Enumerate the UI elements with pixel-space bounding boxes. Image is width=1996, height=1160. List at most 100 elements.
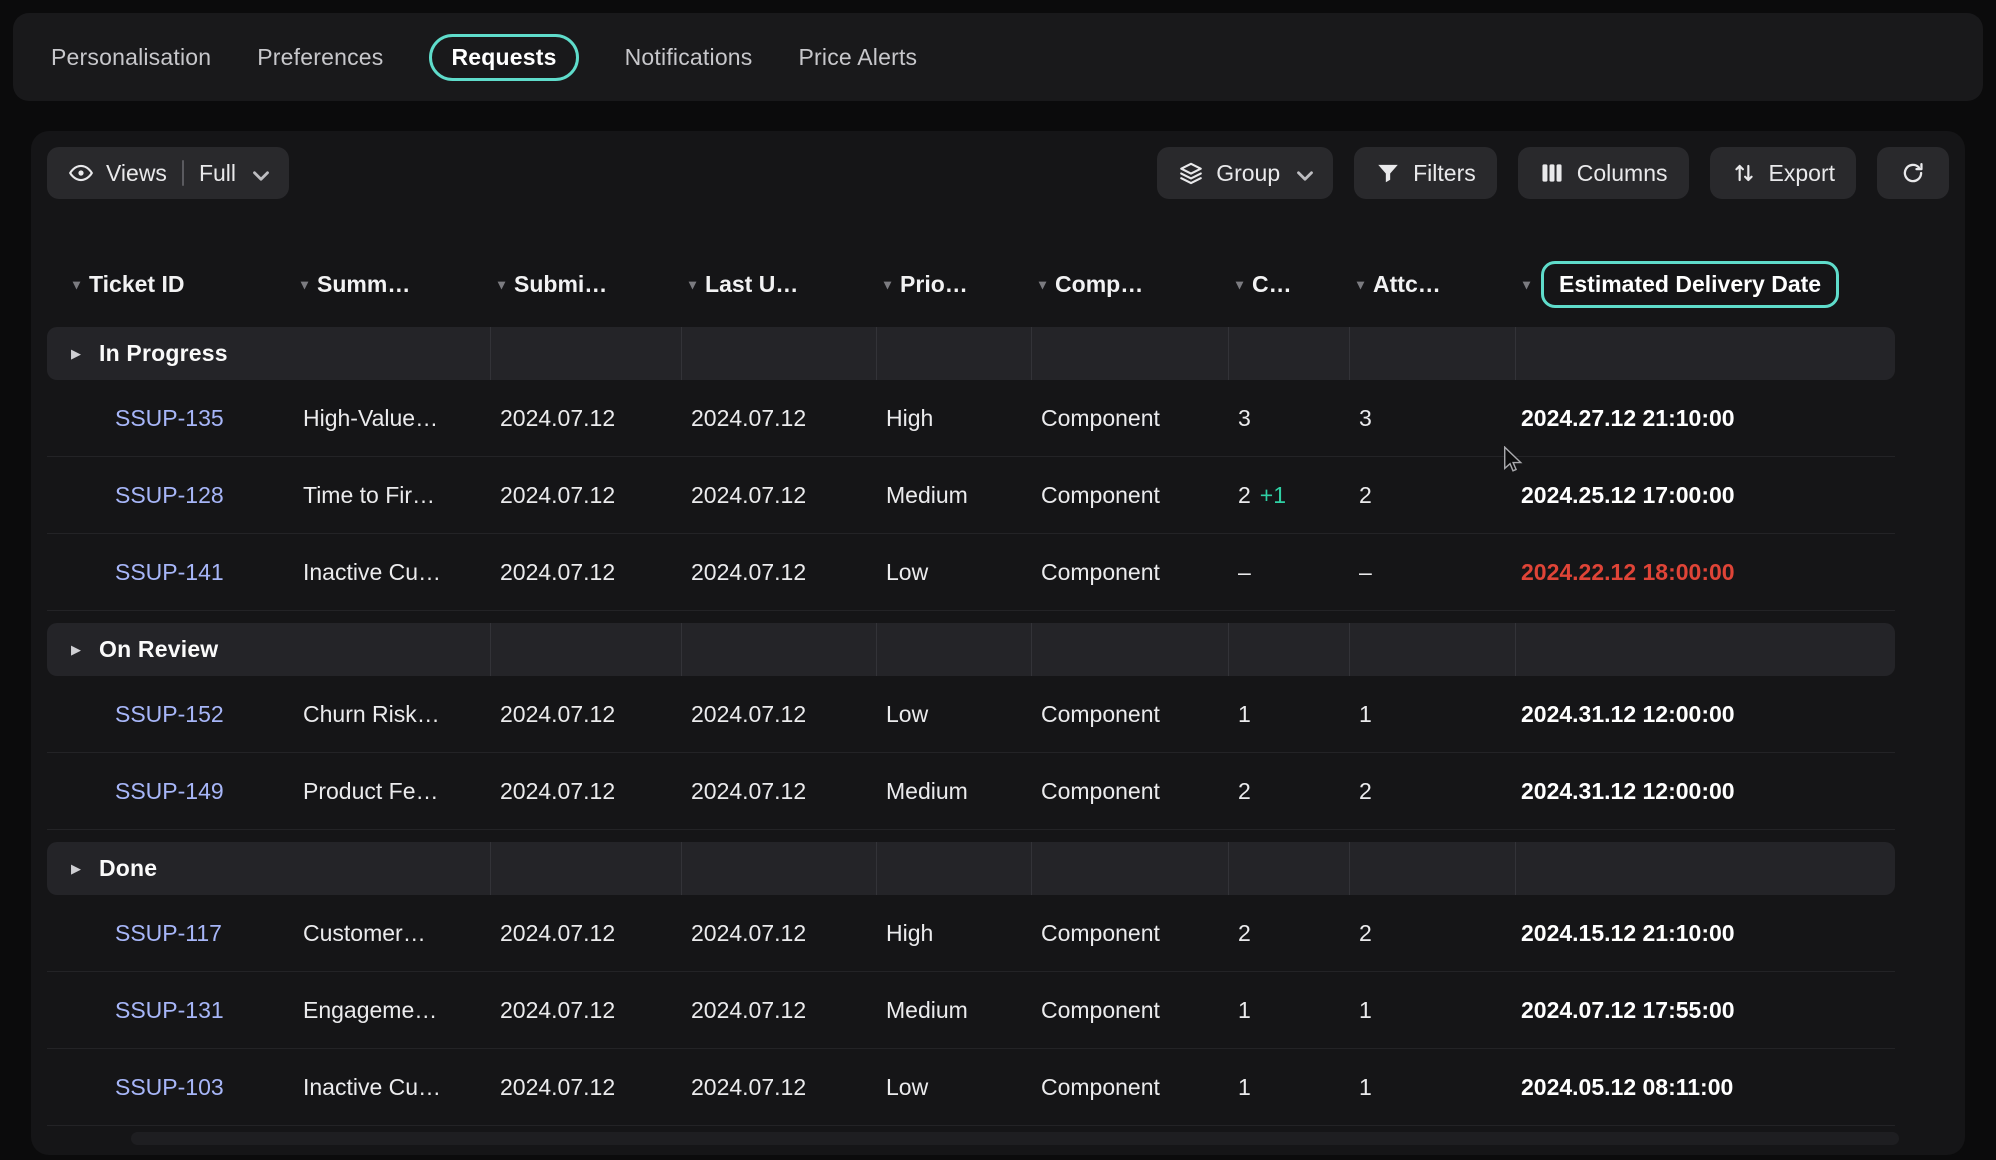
- export-label: Export: [1769, 160, 1835, 187]
- column-label: Summ…: [317, 271, 410, 298]
- column-header-submitted[interactable]: ▾ Submi…: [490, 271, 681, 298]
- summary-cell: Inactive Cu…: [293, 559, 490, 586]
- attachments-cell: 1: [1349, 1074, 1515, 1101]
- divider: [182, 160, 184, 186]
- ticket-id-link[interactable]: SSUP-135: [47, 405, 293, 432]
- ticket-id-link[interactable]: SSUP-103: [47, 1074, 293, 1101]
- export-icon: [1731, 160, 1757, 186]
- priority-cell: Medium: [876, 778, 1031, 805]
- tab-notifications[interactable]: Notifications: [625, 44, 753, 71]
- submitted-cell: 2024.07.12: [490, 920, 681, 947]
- submitted-cell: 2024.07.12: [490, 997, 681, 1024]
- group-cell: [1515, 842, 1895, 895]
- table-row[interactable]: SSUP-141 Inactive Cu… 2024.07.12 2024.07…: [47, 534, 1895, 611]
- summary-cell: Engageme…: [293, 997, 490, 1024]
- column-header-estimated-delivery[interactable]: ▾ Estimated Delivery Date: [1515, 261, 1949, 308]
- attachments-cell: 1: [1349, 701, 1515, 728]
- ticket-id-link[interactable]: SSUP-149: [47, 778, 293, 805]
- column-label: Comp…: [1055, 271, 1143, 298]
- column-header-last-updated[interactable]: ▾ Last U…: [681, 271, 876, 298]
- component-cell: Component: [1031, 997, 1228, 1024]
- count-value: 3: [1238, 405, 1251, 431]
- submitted-cell: 2024.07.12: [490, 701, 681, 728]
- ticket-id-link[interactable]: SSUP-141: [47, 559, 293, 586]
- chevron-down-icon: [1292, 163, 1312, 183]
- group-row-in-progress[interactable]: ▶ In Progress: [47, 327, 1895, 380]
- column-header-attachments[interactable]: ▾ Attc…: [1349, 271, 1515, 298]
- column-header-ticket-id[interactable]: ▾ Ticket ID: [47, 271, 293, 298]
- group-cell: [1031, 842, 1228, 895]
- group-row-on-review[interactable]: ▶ On Review: [47, 623, 1895, 676]
- column-header-component[interactable]: ▾ Comp…: [1031, 271, 1228, 298]
- count-extra-badge: +1: [1260, 482, 1286, 508]
- column-label: Attc…: [1373, 271, 1441, 298]
- chevron-down-icon: ▾: [1039, 277, 1046, 291]
- ticket-id-link[interactable]: SSUP-128: [47, 482, 293, 509]
- views-button[interactable]: Views Full: [47, 147, 289, 199]
- last-updated-cell: 2024.07.12: [681, 405, 876, 432]
- chevron-down-icon: ▾: [689, 277, 696, 291]
- expand-triangle-icon[interactable]: ▶: [71, 862, 81, 875]
- tab-personalisation[interactable]: Personalisation: [51, 44, 211, 71]
- delivery-date-cell: 2024.31.12 12:00:00: [1515, 778, 1895, 805]
- last-updated-cell: 2024.07.12: [681, 997, 876, 1024]
- table-row[interactable]: SSUP-103 Inactive Cu… 2024.07.12 2024.07…: [47, 1049, 1895, 1126]
- table-row[interactable]: SSUP-131 Engageme… 2024.07.12 2024.07.12…: [47, 972, 1895, 1049]
- refresh-icon: [1900, 160, 1926, 186]
- chevron-down-icon: ▾: [1357, 277, 1364, 291]
- group-header: ▶ Done: [47, 842, 490, 895]
- filters-button[interactable]: Filters: [1354, 147, 1497, 199]
- group-cell: [1228, 327, 1349, 380]
- columns-label: Columns: [1577, 160, 1668, 187]
- expand-triangle-icon[interactable]: ▶: [71, 347, 81, 360]
- column-header-c[interactable]: ▾ C…: [1228, 271, 1349, 298]
- refresh-button[interactable]: [1877, 147, 1949, 199]
- chevron-down-icon: ▾: [73, 277, 80, 291]
- submitted-cell: 2024.07.12: [490, 559, 681, 586]
- group-row-done[interactable]: ▶ Done: [47, 842, 1895, 895]
- delivery-date-cell: 2024.27.12 21:10:00: [1515, 405, 1895, 432]
- column-label: Submi…: [514, 271, 607, 298]
- highlighted-column-pill: Estimated Delivery Date: [1541, 261, 1839, 308]
- expand-triangle-icon[interactable]: ▶: [71, 643, 81, 656]
- filters-label: Filters: [1413, 160, 1476, 187]
- column-label: Last U…: [705, 271, 798, 298]
- delivery-date-cell: 2024.25.12 17:00:00: [1515, 482, 1895, 509]
- horizontal-scrollbar[interactable]: [131, 1132, 1899, 1145]
- delivery-date-cell: 2024.15.12 21:10:00: [1515, 920, 1895, 947]
- chevron-down-icon: ▾: [301, 277, 308, 291]
- export-button[interactable]: Export: [1710, 147, 1856, 199]
- summary-cell: Churn Risk…: [293, 701, 490, 728]
- columns-button[interactable]: Columns: [1518, 147, 1689, 199]
- delivery-date-cell: 2024.07.12 17:55:00: [1515, 997, 1895, 1024]
- table-row[interactable]: SSUP-152 Churn Risk… 2024.07.12 2024.07.…: [47, 676, 1895, 753]
- table-row[interactable]: SSUP-135 High-Value… 2024.07.12 2024.07.…: [47, 380, 1895, 457]
- count-cell: 2: [1228, 920, 1349, 947]
- component-cell: Component: [1031, 1074, 1228, 1101]
- tab-requests[interactable]: Requests: [429, 34, 578, 81]
- group-cell: [876, 623, 1031, 676]
- ticket-id-link[interactable]: SSUP-152: [47, 701, 293, 728]
- group-name: Done: [99, 855, 157, 882]
- count-cell: –: [1228, 559, 1349, 586]
- column-header-summary[interactable]: ▾ Summ…: [293, 271, 490, 298]
- table-row[interactable]: SSUP-149 Product Fe… 2024.07.12 2024.07.…: [47, 753, 1895, 830]
- count-value: 2: [1238, 778, 1251, 804]
- group-button[interactable]: Group: [1157, 147, 1333, 199]
- count-cell: 3: [1228, 405, 1349, 432]
- tab-preferences[interactable]: Preferences: [257, 44, 383, 71]
- priority-cell: High: [876, 405, 1031, 432]
- ticket-id-link[interactable]: SSUP-117: [47, 920, 293, 947]
- tab-price-alerts[interactable]: Price Alerts: [799, 44, 918, 71]
- ticket-id-link[interactable]: SSUP-131: [47, 997, 293, 1024]
- count-cell: 1: [1228, 1074, 1349, 1101]
- table-row[interactable]: SSUP-117 Customer… 2024.07.12 2024.07.12…: [47, 895, 1895, 972]
- requests-panel: Views Full Group: [31, 131, 1965, 1155]
- submitted-cell: 2024.07.12: [490, 482, 681, 509]
- delivery-date-cell: 2024.05.12 08:11:00: [1515, 1074, 1895, 1101]
- table-body: ▶ In Progress SSUP-135 High-Value… 2024.…: [47, 327, 1895, 1126]
- columns-icon: [1539, 160, 1565, 186]
- table-row[interactable]: SSUP-128 Time to Fir… 2024.07.12 2024.07…: [47, 457, 1895, 534]
- column-header-priority[interactable]: ▾ Prio…: [876, 271, 1031, 298]
- group-cell: [1349, 842, 1515, 895]
